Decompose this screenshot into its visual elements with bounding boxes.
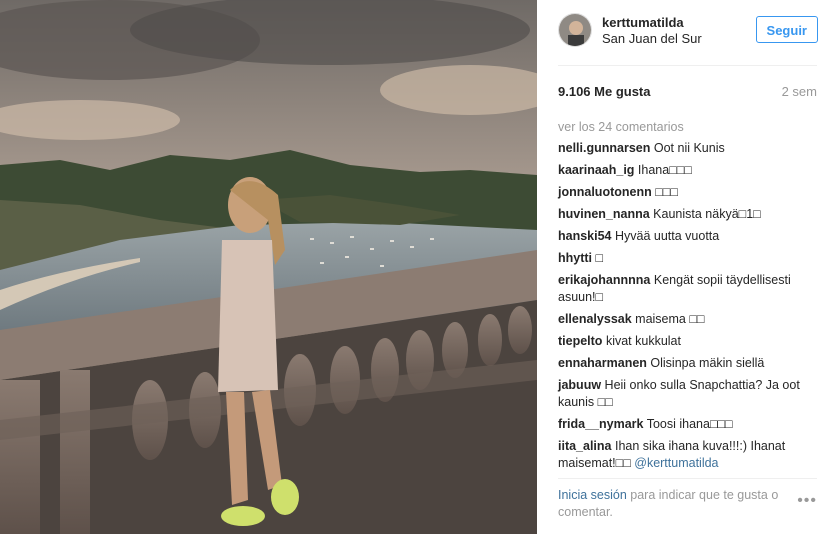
divider — [558, 65, 817, 66]
comment-user[interactable]: kaarinaah_ig — [558, 163, 634, 177]
comment-text: Kaunista näkyä□1□ — [653, 207, 761, 221]
comment: iita_alina Ihan sika ihana kuva!!!:) Iha… — [558, 438, 816, 472]
comment-text: Hyvää uutta vuotta — [615, 229, 720, 243]
comment: nelli.gunnarsen Oot nii Kunis — [558, 140, 816, 157]
username[interactable]: kerttumatilda — [602, 15, 684, 30]
comment-text: Oot nii Kunis — [653, 141, 725, 155]
comment-user[interactable]: jonnaluotonenn — [558, 185, 652, 199]
comment-user[interactable]: erikajohannnna — [558, 273, 650, 287]
photo-illustration — [0, 0, 537, 534]
comment-user[interactable]: ennaharmanen — [558, 356, 647, 370]
comment-text: Ihana□□□ — [637, 163, 692, 177]
post-header: kerttumatilda San Juan del Sur Seguir — [558, 13, 818, 53]
comment-user[interactable]: jabuuw — [558, 378, 601, 392]
comment-user[interactable]: nelli.gunnarsen — [558, 141, 650, 155]
divider — [558, 478, 817, 479]
comment: ellenalyssak maisema □□ — [558, 311, 816, 328]
comment: jonnaluotonenn □□□ — [558, 184, 816, 201]
mention-link[interactable]: @kerttumatilda — [634, 456, 718, 470]
comment-text: kivat kukkulat — [605, 334, 681, 348]
avatar[interactable] — [558, 13, 592, 47]
comment: tiepelto kivat kukkulat — [558, 333, 816, 350]
comment: frida__nymark Toosi ihana□□□ — [558, 416, 816, 433]
more-options-icon[interactable]: ••• — [797, 492, 817, 510]
likes-count[interactable]: 9.106 Me gusta — [558, 84, 651, 99]
comment: huvinen_nanna Kaunista näkyä□1□ — [558, 206, 816, 223]
comment-user[interactable]: iita_alina — [558, 439, 612, 453]
comment-text: maisema □□ — [635, 312, 705, 326]
location[interactable]: San Juan del Sur — [602, 31, 702, 46]
comment-text: Olisinpa mäkin siellä — [650, 356, 765, 370]
post-sidebar: kerttumatilda San Juan del Sur Seguir 9.… — [538, 0, 825, 534]
comment-user[interactable]: tiepelto — [558, 334, 602, 348]
instagram-post: kerttumatilda San Juan del Sur Seguir 9.… — [0, 0, 825, 534]
view-all-comments-link[interactable]: ver los 24 comentarios — [558, 120, 684, 134]
comment-list: nelli.gunnarsen Oot nii Kunis kaarinaah_… — [558, 140, 816, 477]
comment-text: □□□ — [655, 185, 678, 199]
comment-text: Toosi ihana□□□ — [646, 417, 733, 431]
post-photo[interactable] — [0, 0, 537, 534]
comment: hanski54 Hyvää uutta vuotta — [558, 228, 816, 245]
comment-user[interactable]: hhytti — [558, 251, 592, 265]
post-time[interactable]: 2 sem — [782, 84, 817, 99]
comment: kaarinaah_ig Ihana□□□ — [558, 162, 816, 179]
comment-user[interactable]: ellenalyssak — [558, 312, 632, 326]
comment: ennaharmanen Olisinpa mäkin siellä — [558, 355, 816, 372]
comment-text: □ — [595, 251, 604, 265]
comment: hhytti □ — [558, 250, 816, 267]
comment-user[interactable]: hanski54 — [558, 229, 612, 243]
follow-button[interactable]: Seguir — [755, 16, 818, 43]
avatar-image — [559, 14, 591, 46]
comment: erikajohannnna Kengät sopii täydellisest… — [558, 272, 816, 306]
login-link[interactable]: Inicia sesión — [558, 488, 627, 502]
comment: jabuuw Heii onko sulla Snapchattia? Ja o… — [558, 377, 816, 411]
login-prompt: Inicia sesión para indicar que te gusta … — [558, 487, 788, 521]
comment-user[interactable]: frida__nymark — [558, 417, 643, 431]
comment-user[interactable]: huvinen_nanna — [558, 207, 650, 221]
